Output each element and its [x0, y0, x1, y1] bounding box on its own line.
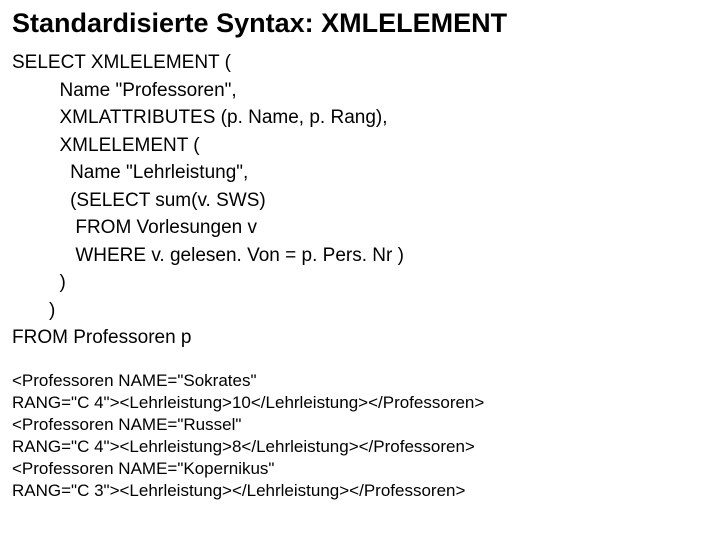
slide-title: Standardisierte Syntax: XMLELEMENT	[12, 8, 708, 39]
xml-output-block: <Professoren NAME="Sokrates" RANG="C 4">…	[12, 370, 708, 503]
sql-code-block: SELECT XMLELEMENT ( Name "Professoren", …	[12, 49, 708, 352]
